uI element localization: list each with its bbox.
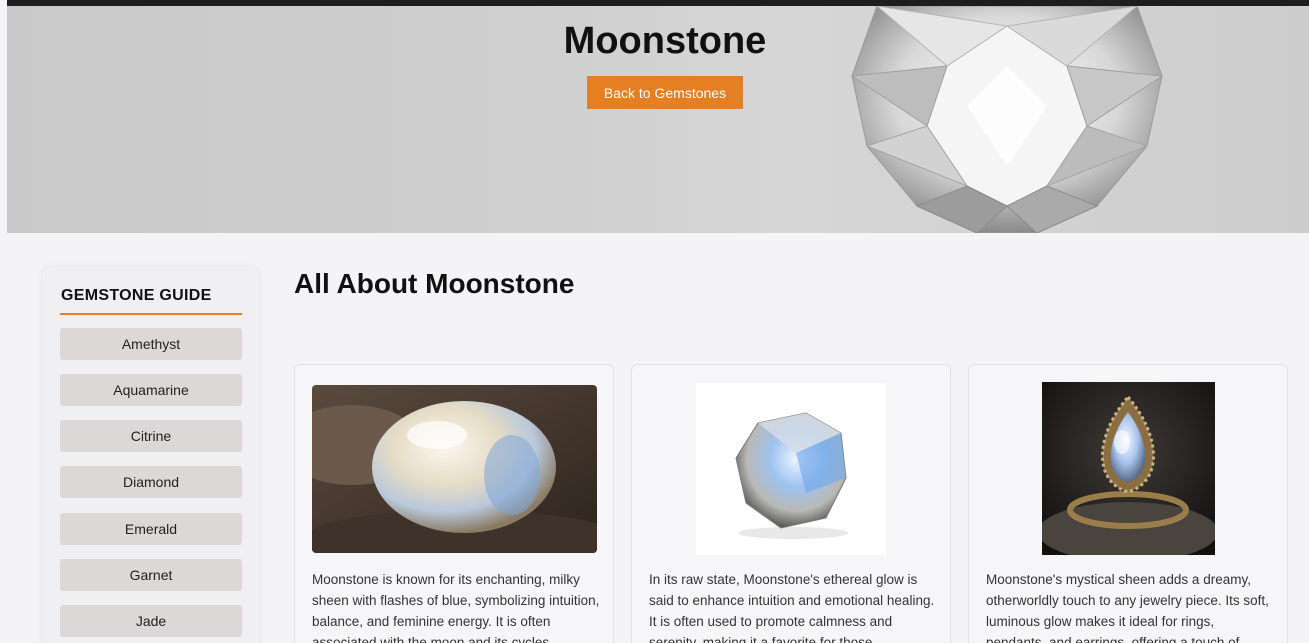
back-to-gemstones-button[interactable]: Back to Gemstones bbox=[587, 76, 743, 109]
sidebar-title: GEMSTONE GUIDE bbox=[61, 287, 212, 304]
sidebar-item-citrine[interactable]: Citrine bbox=[60, 420, 242, 452]
info-card: Moonstone's mystical sheen adds a dreamy… bbox=[968, 364, 1288, 643]
card-description: Moonstone is known for its enchanting, m… bbox=[312, 572, 600, 643]
hero-banner: Moonstone Back to Gemstones bbox=[7, 6, 1309, 233]
sidebar-item-emerald[interactable]: Emerald bbox=[60, 513, 242, 545]
page-title: Moonstone bbox=[563, 20, 767, 62]
gemstone-sidebar: GEMSTONE GUIDE Amethyst Aquamarine Citri… bbox=[43, 267, 259, 643]
sidebar-item-amethyst[interactable]: Amethyst bbox=[60, 328, 242, 360]
polished-moonstone-image bbox=[312, 385, 597, 553]
card-description: In its raw state, Moonstone's ethereal g… bbox=[649, 572, 935, 643]
sidebar-divider bbox=[60, 313, 242, 315]
section-title: All About Moonstone bbox=[294, 268, 575, 299]
sidebar-item-jade[interactable]: Jade bbox=[60, 605, 242, 637]
sidebar-item-aquamarine[interactable]: Aquamarine bbox=[60, 374, 242, 406]
info-card: Moonstone is known for its enchanting, m… bbox=[294, 364, 614, 643]
raw-moonstone-image bbox=[696, 383, 886, 555]
moonstone-ring-image bbox=[1042, 382, 1215, 555]
sidebar-item-diamond[interactable]: Diamond bbox=[60, 466, 242, 498]
info-card: In its raw state, Moonstone's ethereal g… bbox=[631, 364, 951, 643]
sidebar-item-garnet[interactable]: Garnet bbox=[60, 559, 242, 591]
card-description: Moonstone's mystical sheen adds a dreamy… bbox=[986, 572, 1269, 643]
